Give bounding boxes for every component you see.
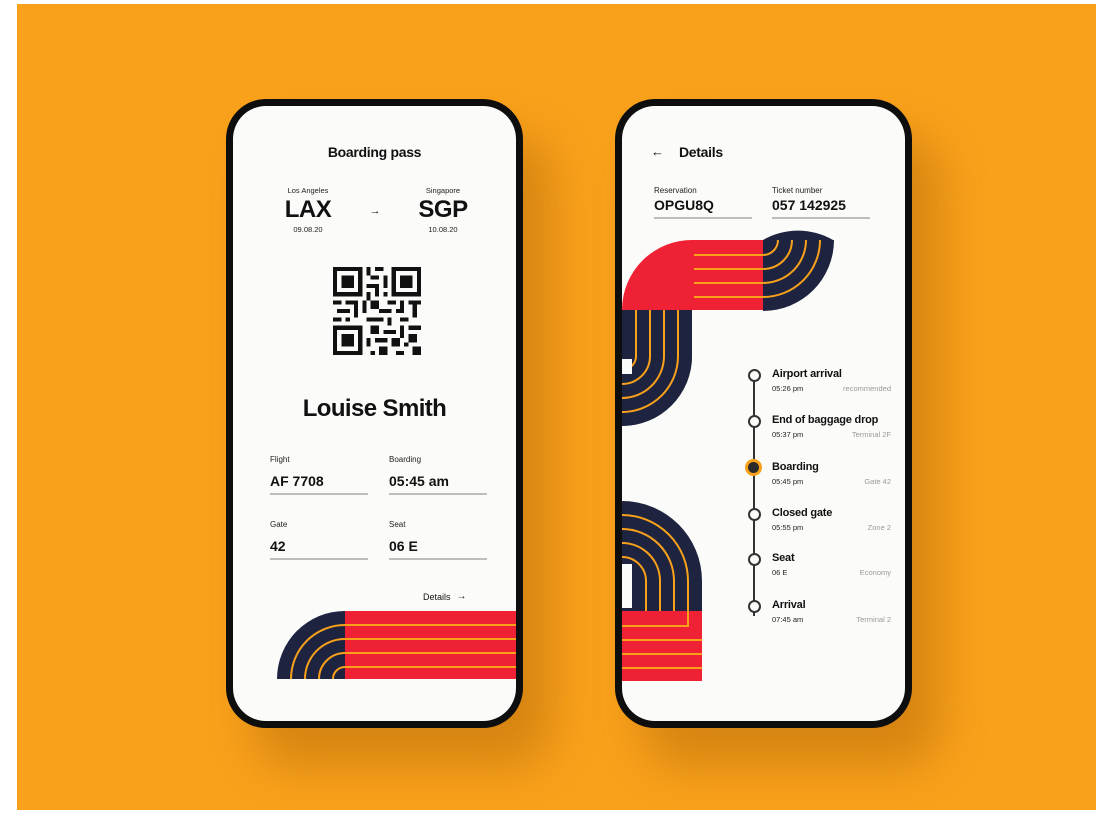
flight-field: Flight AF 7708 (270, 455, 368, 495)
details-arrow-icon: → (456, 591, 467, 602)
timeline-step-time: 05:55 pm (772, 523, 804, 532)
destination-date: 10.08.20 (428, 225, 458, 234)
timeline-dot (748, 369, 761, 382)
phone-boarding-pass: Boarding pass Los Angeles LAX 09.08.20 →… (226, 99, 523, 728)
details-link-label: Details (423, 591, 451, 602)
boarding-time-field: Boarding 05:45 am (389, 455, 487, 495)
timeline-line (753, 377, 755, 616)
timeline-step-note: Gate 42 (864, 477, 891, 486)
phone-details: ← Details Reservation OPGU8Q Ticket numb… (615, 99, 912, 728)
origin-block: Los Angeles LAX 09.08.20 (273, 186, 343, 234)
origin-code: LAX (284, 196, 332, 223)
boarding-time-label: Boarding (389, 455, 422, 464)
timeline-step-title: Closed gate (772, 507, 833, 519)
timeline-dot (748, 600, 761, 613)
timeline-dot (748, 508, 761, 521)
gate-field-underline (270, 558, 368, 560)
passenger-name: Louise Smith (302, 395, 447, 422)
boarding-pass-screen: Boarding pass Los Angeles LAX 09.08.20 →… (233, 106, 516, 721)
seat-field-label: Seat (389, 520, 406, 529)
seat-field-value: 06 E (389, 538, 418, 554)
timeline-step-time: 07:45 am (772, 615, 804, 624)
timeline-step-title: Boarding (772, 461, 819, 473)
timeline-step-time: 05:26 pm (772, 384, 804, 393)
timeline-step-time: 05:45 pm (772, 477, 804, 486)
seat-field-underline (389, 558, 487, 560)
timeline-step-title: Airport arrival (772, 368, 842, 380)
timeline-step-note: Terminal 2F (851, 430, 891, 439)
destination-block: Singapore SGP 10.08.20 (408, 186, 478, 234)
timeline-step-time: 06 E (772, 568, 788, 577)
details-link[interactable]: Details → (423, 591, 467, 602)
origin-date: 09.08.20 (293, 225, 323, 234)
gate-field: Gate 42 (270, 520, 368, 560)
stripe-graphic (277, 611, 516, 680)
stage-background: Boarding pass Los Angeles LAX 09.08.20 →… (17, 4, 1096, 810)
seat-field: Seat 06 E (389, 520, 487, 560)
flight-direction-arrow-icon: → (369, 205, 381, 217)
timeline-step-time: 05:37 pm (772, 430, 804, 439)
timeline-dot-active (745, 459, 762, 476)
timeline-step-note: recommended (843, 384, 891, 393)
timeline-step-title: Seat (772, 552, 795, 564)
gate-field-label: Gate (270, 520, 288, 529)
timeline-step-title: End of baggage drop (772, 414, 879, 426)
timeline-dot (748, 415, 761, 428)
destination-city: Singapore (425, 186, 461, 195)
timeline-step-note: Zone 2 (867, 523, 891, 532)
timeline-step-note: Terminal 2 (856, 615, 891, 624)
details-screen: ← Details Reservation OPGU8Q Ticket numb… (622, 106, 905, 721)
origin-city: Los Angeles (287, 186, 329, 195)
qr-code-icon (333, 267, 421, 355)
timeline-dot (748, 553, 761, 566)
flight-field-label: Flight (270, 455, 290, 464)
flight-field-value: AF 7708 (270, 473, 324, 489)
timeline-step-note: Economy (859, 568, 891, 577)
gate-field-value: 42 (270, 538, 286, 554)
boarding-pass-title: Boarding pass (327, 144, 422, 160)
timeline-step-title: Arrival (772, 599, 806, 611)
boarding-time-value: 05:45 am (389, 473, 449, 489)
flight-field-underline (270, 493, 368, 495)
destination-code: SGP (418, 196, 468, 223)
boarding-time-underline (389, 493, 487, 495)
